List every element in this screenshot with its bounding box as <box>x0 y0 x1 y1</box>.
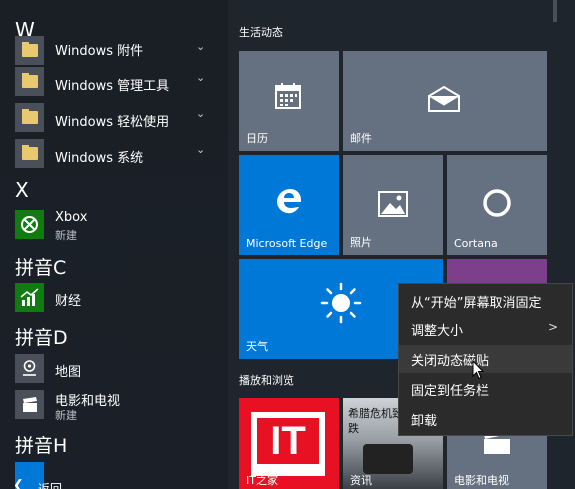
mouse-cursor-icon <box>472 359 485 384</box>
app-label: Xbox <box>55 210 88 225</box>
chevron-down-icon[interactable]: ⌄ <box>196 107 205 120</box>
group-title-play[interactable]: 播放和浏览 <box>239 372 294 388</box>
gas-pump-graphic <box>363 444 413 474</box>
back-arrow-icon[interactable]: ❮ <box>13 478 24 489</box>
finance-chart-icon <box>15 283 44 312</box>
menu-item-pin-to-taskbar[interactable]: 固定到任务栏 <box>399 375 572 403</box>
list-item-maps[interactable]: 地图 <box>0 353 228 389</box>
app-label: 财经 <box>55 294 82 309</box>
itzhijia-logo: IT <box>257 418 319 464</box>
menu-item-unpin[interactable]: 从“开始”屏幕取消固定 <box>399 287 572 315</box>
section-letter-x[interactable]: X <box>15 178 29 202</box>
menu-item-uninstall[interactable]: 卸载 <box>399 405 572 433</box>
menu-item-label: 卸载 <box>411 414 438 429</box>
menu-item-turn-off-live-tile[interactable]: 关闭动态磁贴 <box>399 345 572 373</box>
app-list: W Windows 附件 ⌄ Windows 管理工具 ⌄ Windows 轻松… <box>0 0 228 489</box>
tile-cortana[interactable]: Cortana <box>447 155 547 255</box>
list-item-xbox[interactable]: Xbox 新建 <box>0 208 228 244</box>
tile-label: 日历 <box>246 132 268 145</box>
tile-label: Cortana <box>454 237 498 250</box>
tile-label: IT之家 <box>246 474 278 487</box>
tile-label: Microsoft Edge <box>246 237 328 250</box>
list-item-movies-tv[interactable]: 电影和电视 新建 <box>0 388 228 424</box>
tile-edge[interactable]: Microsoft Edge <box>239 155 339 255</box>
tile-label: 资讯 <box>350 474 372 487</box>
menu-item-resize[interactable]: 调整大小 > <box>399 315 572 343</box>
xbox-icon <box>15 210 44 239</box>
folder-icon <box>15 139 44 168</box>
list-item-windows-ease-of-access[interactable]: Windows 轻松使用 ⌄ <box>0 100 228 136</box>
context-menu: 从“开始”屏幕取消固定 调整大小 > 关闭动态磁贴 固定到任务栏 卸载 <box>398 283 573 436</box>
tile-mail[interactable]: 邮件 <box>343 51 547 151</box>
section-letter-pinyin-h[interactable]: 拼音H <box>15 431 67 458</box>
app-label: 地图 <box>55 365 82 380</box>
list-item-windows-system[interactable]: Windows 系统 ⌄ <box>0 136 228 172</box>
app-label: Windows 管理工具 <box>55 79 170 94</box>
back-button-label[interactable]: 返回 <box>38 480 62 489</box>
app-label: Windows 系统 <box>55 151 144 166</box>
itzhijia-logo-box: IT <box>251 412 325 476</box>
tile-itzhijia[interactable]: IT IT之家 <box>239 398 339 489</box>
photos-icon <box>378 191 408 221</box>
list-item-windows-admin-tools[interactable]: Windows 管理工具 ⌄ <box>0 64 228 100</box>
scrollbar-thumb[interactable] <box>553 0 557 22</box>
menu-item-label: 从“开始”屏幕取消固定 <box>411 296 542 311</box>
app-label: Windows 附件 <box>55 44 144 59</box>
section-letter-pinyin-d[interactable]: 拼音D <box>15 323 68 350</box>
group-title-life[interactable]: 生活动态 <box>239 24 283 40</box>
folder-icon <box>15 36 44 65</box>
section-letter-pinyin-c[interactable]: 拼音C <box>15 253 66 280</box>
calendar-icon <box>273 81 303 115</box>
cortana-icon <box>481 187 513 223</box>
mail-icon <box>427 85 461 116</box>
chevron-right-icon: > <box>548 320 559 334</box>
tile-label: 邮件 <box>350 132 372 145</box>
chevron-down-icon[interactable]: ⌄ <box>196 40 205 53</box>
clapperboard-icon <box>15 390 44 419</box>
list-item-finance[interactable]: 财经 <box>0 282 228 318</box>
chevron-down-icon[interactable]: ⌄ <box>196 143 205 156</box>
edge-browser-icon <box>273 185 305 221</box>
tile-label: 照片 <box>350 236 372 249</box>
tile-calendar[interactable]: 日历 <box>239 51 339 151</box>
new-badge: 新建 <box>55 409 77 422</box>
folder-icon <box>15 103 44 132</box>
tile-photos[interactable]: 照片 <box>343 155 443 255</box>
sun-icon <box>319 281 363 329</box>
tile-label: 电影和电视 <box>454 474 509 487</box>
menu-item-label: 调整大小 <box>411 324 464 339</box>
app-label: Windows 轻松使用 <box>55 115 170 130</box>
chevron-down-icon[interactable]: ⌄ <box>196 71 205 84</box>
tile-label: 天气 <box>246 340 268 353</box>
maps-icon <box>15 354 44 383</box>
new-badge: 新建 <box>55 229 77 242</box>
folder-icon <box>15 67 44 96</box>
